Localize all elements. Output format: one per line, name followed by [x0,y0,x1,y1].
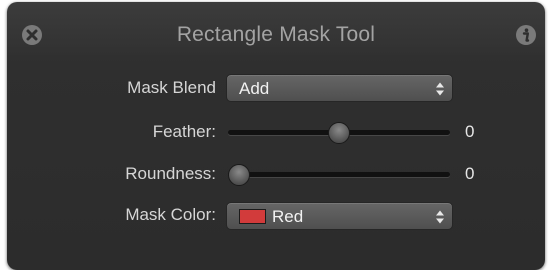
roundness-slider-track[interactable] [228,172,450,177]
roundness-slider-knob[interactable] [228,164,250,186]
feather-value[interactable]: 0 [465,122,474,142]
hud-title-bar[interactable]: Rectangle Mask Tool [7,2,545,66]
mask-color-swatch [239,209,266,224]
mask-color-label: Mask Color: [125,205,216,224]
hud-title: Rectangle Mask Tool [176,23,376,46]
roundness-value[interactable]: 0 [465,164,474,184]
info-icon[interactable] [516,25,536,45]
mask-color-value: Red [272,207,304,226]
mask-blend-popup[interactable]: Add [226,74,453,102]
mask-color-popup[interactable]: Red [226,202,453,230]
mask-blend-label: Mask Blend [127,78,216,97]
feather-label: Feather: [152,122,216,141]
rectangle-mask-tool-hud: Rectangle Mask Tool Mask Blend Add Feath… [7,2,545,270]
mask-blend-value: Add [239,79,270,98]
popup-arrows-icon [435,209,445,230]
popup-arrows-icon [435,81,445,102]
roundness-label: Roundness: [125,164,216,183]
feather-slider-knob[interactable] [328,122,350,144]
